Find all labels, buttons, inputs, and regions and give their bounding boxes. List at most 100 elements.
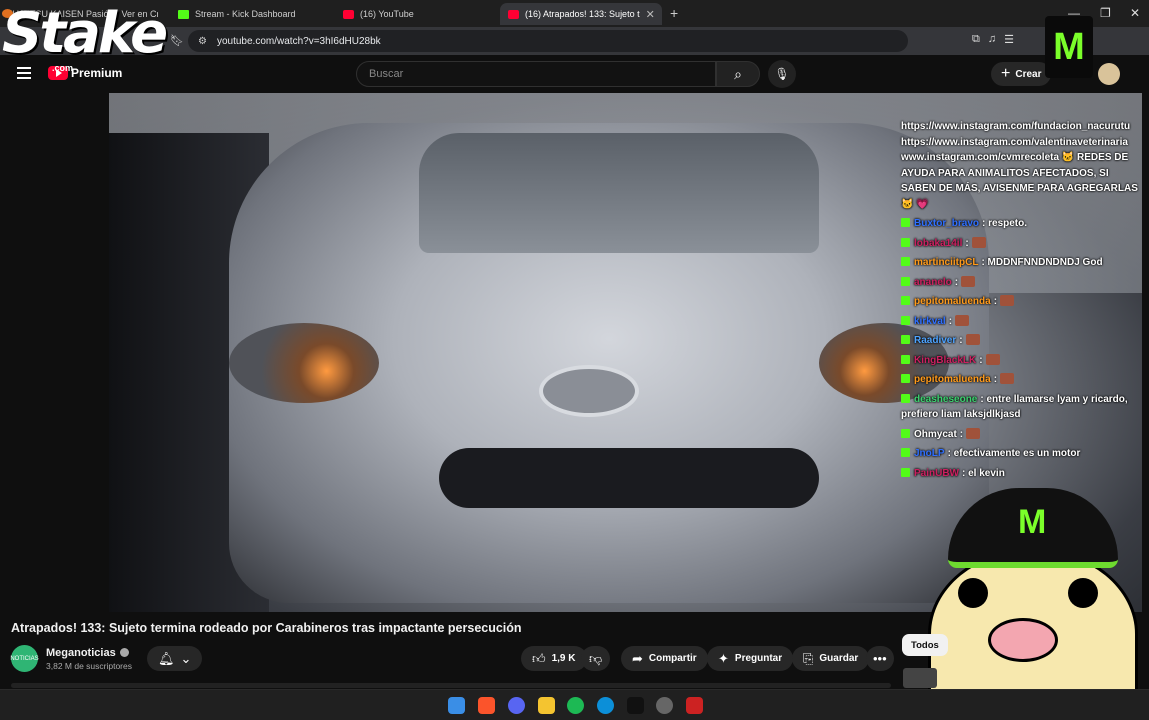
stake-logo: Stake: [2, 1, 168, 66]
chat-username[interactable]: Raadiver: [914, 335, 956, 346]
bookmark-icon[interactable]: 🔖︎: [170, 34, 184, 47]
kick-badge-icon: [901, 218, 910, 227]
hamburger-menu-icon[interactable]: [17, 67, 31, 79]
brave-browser-icon[interactable]: [478, 697, 495, 714]
video-title: Atrapados! 133: Sujeto termina rodeado p…: [11, 621, 522, 635]
chat-username[interactable]: PainUBW: [914, 468, 959, 479]
app-icon[interactable]: [686, 697, 703, 714]
chat-username[interactable]: pepitomaluenda: [914, 374, 991, 385]
chat-username[interactable]: pepitomaluenda: [914, 296, 991, 307]
kick-badge-icon: [901, 276, 910, 286]
chat-message: deasheseone: entre llamarse lyam y ricar…: [901, 392, 1145, 423]
youtube-icon: [508, 9, 519, 19]
steam-icon[interactable]: [656, 697, 673, 714]
extension-icons: ⧉ ♫ ☰: [972, 33, 1014, 46]
dislike-button[interactable]: 👎︎: [581, 646, 611, 671]
youtube-header: Premium Buscar ⌕ 🎙︎ + Crear: [0, 55, 1149, 93]
obs-icon[interactable]: [627, 697, 644, 714]
chat-username[interactable]: kirkval: [914, 316, 946, 327]
chat-username[interactable]: Buxtor_bravo: [914, 218, 979, 229]
chat-username[interactable]: deasheseone: [914, 394, 977, 405]
chat-username[interactable]: KingBlackLK: [914, 355, 976, 366]
chat-message: lobaka14il:: [901, 236, 1145, 252]
create-button[interactable]: + Crear: [991, 62, 1052, 86]
tab-label: (16) YouTube: [360, 9, 414, 19]
search-input[interactable]: Buscar: [356, 61, 716, 87]
maximize-icon[interactable]: ❐: [1100, 6, 1111, 20]
kick-badge-icon: [901, 237, 910, 247]
spotify-icon[interactable]: [567, 697, 584, 714]
search-button[interactable]: ⌕: [716, 61, 760, 87]
chat-message: pepitomaluenda:: [901, 294, 1145, 310]
save-label: Guardar: [819, 653, 859, 664]
omnibox[interactable]: ⚙ youtube.com/watch?v=3hI6dHU28bk: [188, 30, 908, 52]
recommended-thumbnail[interactable]: [903, 668, 937, 688]
cat-cap: M: [948, 488, 1118, 568]
chat-emote-icon: [971, 236, 986, 248]
channel-avatar[interactable]: NOTICIAS: [10, 645, 39, 672]
filter-chip-all[interactable]: Todos: [902, 634, 948, 656]
chat-emote-icon: [961, 275, 976, 287]
chat-message-text: :: [965, 237, 969, 249]
chat-username[interactable]: martinciitpCL: [914, 257, 978, 268]
account-avatar[interactable]: [1098, 63, 1120, 85]
kick-badge-icon: [901, 335, 910, 344]
site-info-icon[interactable]: ⚙: [198, 36, 207, 47]
chat-username[interactable]: Ohmycat: [914, 429, 957, 440]
chat-username[interactable]: ananelo: [914, 277, 952, 288]
more-icon: •••: [873, 651, 887, 666]
chat-emote-icon: [955, 314, 970, 326]
microphone-icon: 🎙︎: [774, 67, 790, 81]
tab-kick-dashboard[interactable]: Stream - Kick Dashboard: [170, 3, 335, 25]
extensions-icon[interactable]: ⧉: [972, 33, 980, 46]
close-window-icon[interactable]: ✕: [1130, 6, 1140, 20]
edge-icon[interactable]: [597, 697, 614, 714]
chat-message: kirkval:: [901, 314, 1145, 330]
tab-youtube[interactable]: (16) YouTube: [335, 3, 500, 25]
menu-icon[interactable]: ☰: [1004, 33, 1014, 46]
chat-message-text: :: [993, 296, 998, 307]
create-label: Crear: [1015, 68, 1042, 80]
chat-emote-icon: [966, 427, 981, 439]
chat-message: JnoLP: efectivamente es un motor: [901, 446, 1145, 462]
premium-label: Premium: [71, 66, 123, 80]
horizontal-scrollbar[interactable]: [11, 683, 891, 688]
tab-label: Stream - Kick Dashboard: [195, 9, 296, 19]
chat-message: Raadiver:: [901, 333, 1145, 349]
voice-search-button[interactable]: 🎙︎: [768, 60, 796, 88]
notifications-button[interactable]: 🔔︎ ⌄: [147, 646, 203, 671]
chat-username[interactable]: lobaka14il: [914, 238, 962, 249]
chat-emote-icon: [1000, 373, 1015, 384]
file-explorer-icon[interactable]: [538, 697, 555, 714]
chat-message-text: : el kevin: [962, 467, 1005, 479]
chat-username[interactable]: JnoLP: [914, 448, 945, 459]
share-button[interactable]: ➦ Compartir: [621, 646, 708, 671]
save-button[interactable]: ⎘ Guardar: [792, 646, 870, 671]
windows-start-icon[interactable]: [448, 697, 465, 714]
chat-message-text: :: [959, 335, 963, 346]
media-icon[interactable]: ♫: [988, 33, 996, 46]
like-button[interactable]: 👍︎ 1,9 K: [521, 646, 587, 671]
like-count: 1,9 K: [551, 653, 576, 664]
kick-badge-icon: [901, 448, 910, 457]
tab-active-video[interactable]: (16) Atrapados! 133: Sujeto t ✕: [500, 3, 662, 25]
share-icon: ➦: [632, 650, 643, 666]
more-actions-button[interactable]: •••: [866, 646, 894, 671]
new-tab-button[interactable]: +: [670, 5, 678, 21]
chat-pinned-message: https://www.instagram.com/fundacion_nacu…: [901, 119, 1145, 212]
kick-badge-icon: [901, 257, 910, 266]
chat-message: pepitomaluenda:: [901, 372, 1145, 388]
channel-name[interactable]: Meganoticias: [46, 647, 129, 659]
kick-icon: [178, 9, 189, 19]
close-tab-icon[interactable]: ✕: [646, 8, 655, 21]
left-headlight: [229, 323, 379, 403]
chat-emote-icon: [985, 353, 1000, 365]
chat-message-text: : MDDNFNNDNDNDJ God: [981, 257, 1103, 268]
subscriber-count: 3,82 M de suscriptores: [46, 661, 132, 671]
car-windshield: [419, 133, 819, 253]
bell-icon: 🔔︎: [158, 650, 175, 666]
share-label: Compartir: [648, 653, 697, 664]
discord-icon[interactable]: [508, 697, 525, 714]
ask-button[interactable]: ✦ Preguntar: [707, 646, 794, 671]
tab-label: (16) Atrapados! 133: Sujeto t: [525, 9, 640, 19]
